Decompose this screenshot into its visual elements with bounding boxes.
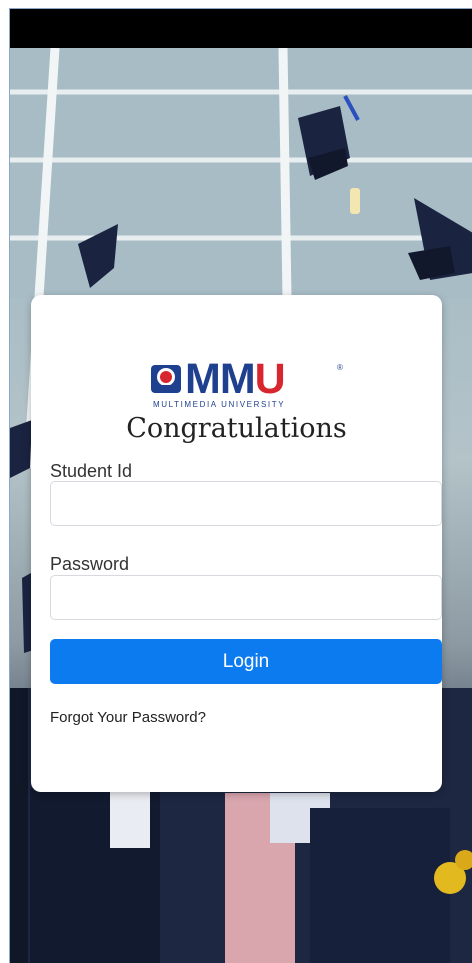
status-bar — [10, 9, 472, 48]
logo-mm: MM — [185, 355, 256, 403]
registered-mark: ® — [337, 363, 343, 372]
login-card: MMU ® MULTIMEDIA UNIVERSITY Congratulati… — [31, 295, 442, 792]
ceiling-light — [350, 188, 360, 214]
logo-u: U — [254, 355, 286, 403]
password-input[interactable] — [50, 575, 442, 620]
mmu-logo-wordmark: MMU — [185, 355, 286, 403]
forgot-password-link[interactable]: Forgot Your Password? — [50, 709, 206, 726]
password-label: Password — [50, 554, 130, 574]
ceiling — [10, 48, 472, 298]
mmu-logo-mark-icon — [151, 365, 181, 393]
student-id-input[interactable] — [50, 481, 442, 526]
card-title: Congratulations — [126, 413, 347, 444]
login-button[interactable]: Login — [50, 639, 442, 684]
app-frame: MMU ® MULTIMEDIA UNIVERSITY Congratulati… — [9, 8, 472, 963]
logo-subtitle: MULTIMEDIA UNIVERSITY — [153, 400, 286, 409]
mmu-logo: MMU ® MULTIMEDIA UNIVERSITY — [151, 357, 343, 413]
student-id-label: Student Id — [50, 461, 133, 481]
